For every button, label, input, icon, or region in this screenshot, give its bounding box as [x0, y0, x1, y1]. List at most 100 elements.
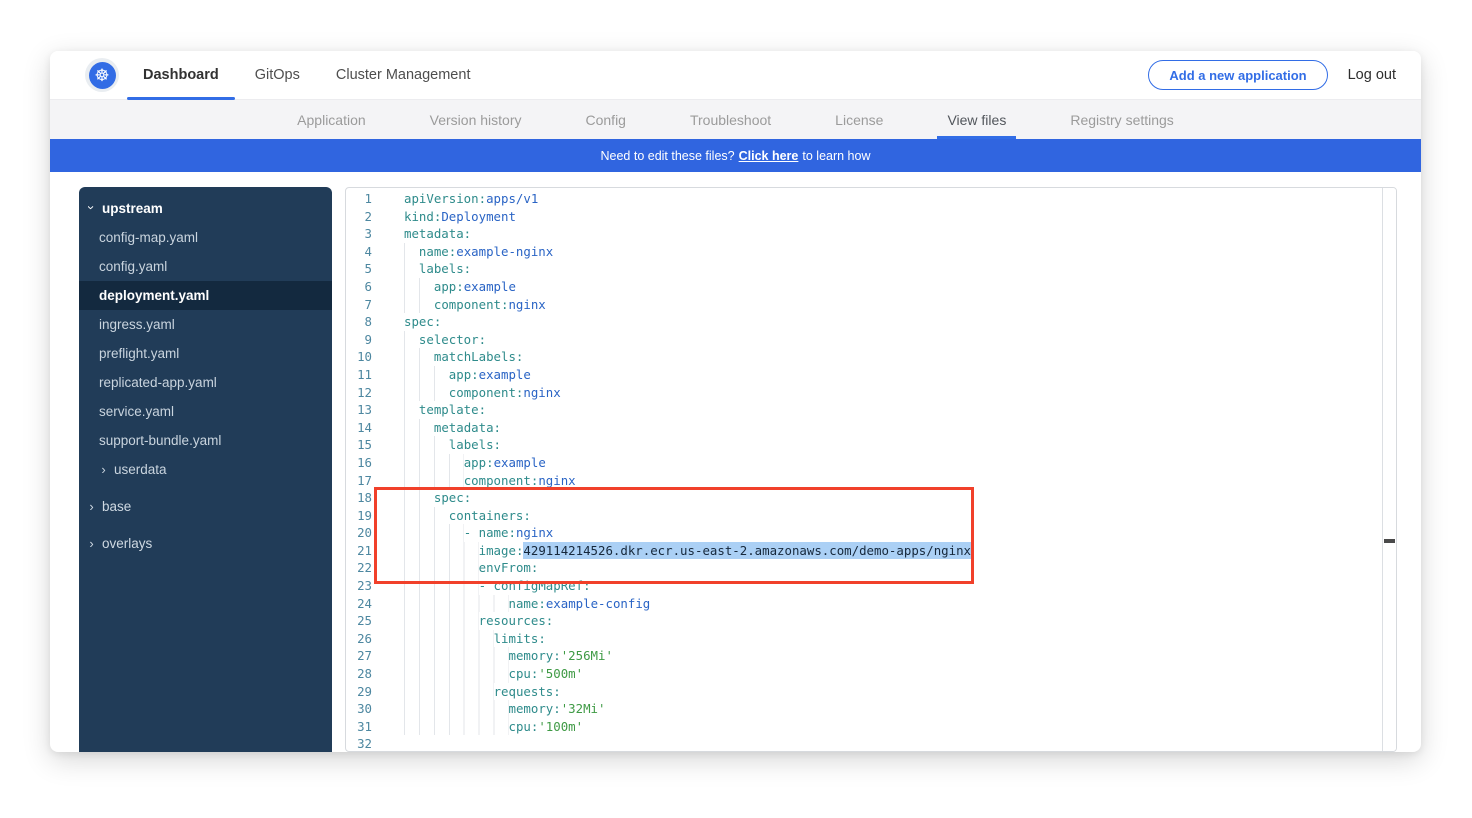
code-line-6[interactable]: 6app: example	[346, 278, 1381, 296]
code-line-14[interactable]: 14metadata:	[346, 419, 1381, 437]
main-nav-tab-gitops[interactable]: GitOps	[237, 51, 318, 100]
code-line-22[interactable]: 22envFrom:	[346, 559, 1381, 577]
tab-config[interactable]: Config	[582, 100, 630, 139]
code-line-4[interactable]: 4name: example-nginx	[346, 243, 1381, 261]
file-tree-item-service-yaml[interactable]: service.yaml	[79, 397, 332, 426]
line-text: component: nginx	[388, 472, 576, 490]
kubernetes-helm-icon: ☸	[89, 62, 116, 89]
line-text: app: example	[388, 278, 516, 296]
file-tree-folder-upstream[interactable]: ›upstream	[79, 194, 332, 223]
indent-guides	[404, 559, 479, 577]
code-line-19[interactable]: 19containers:	[346, 507, 1381, 525]
file-tree-item-config-map-yaml[interactable]: config-map.yaml	[79, 223, 332, 252]
code-line-26[interactable]: 26limits:	[346, 630, 1381, 648]
file-tree-label: userdata	[114, 462, 167, 477]
indent-guides	[404, 665, 509, 683]
indent-guides	[404, 348, 434, 366]
line-number: 9	[346, 331, 388, 349]
code-line-27[interactable]: 27memory: '256Mi'	[346, 647, 1381, 665]
code-line-9[interactable]: 9selector:	[346, 331, 1381, 349]
indent-guides	[404, 419, 434, 437]
code-line-15[interactable]: 15labels:	[346, 436, 1381, 454]
line-text: name: example-config	[388, 595, 650, 613]
indent-guides	[404, 366, 449, 384]
line-text: cpu: '500m'	[388, 665, 583, 683]
line-number: 4	[346, 243, 388, 261]
add-new-application-button[interactable]: Add a new application	[1148, 60, 1327, 90]
indent-guides	[404, 489, 434, 507]
line-text: component: nginx	[388, 384, 561, 402]
edit-files-banner: Need to edit these files? Click here to …	[50, 139, 1421, 172]
editor-scrollbar[interactable]	[1382, 188, 1396, 751]
file-tree-label: deployment.yaml	[99, 288, 209, 303]
code-line-21[interactable]: 21image: 429114214526.dkr.ecr.us-east-2.…	[346, 542, 1381, 560]
code-line-28[interactable]: 28cpu: '500m'	[346, 665, 1381, 683]
main-header: ☸ DashboardGitOpsCluster Management Add …	[50, 51, 1421, 100]
scrollbar-thumb[interactable]	[1384, 539, 1395, 543]
line-text: template:	[388, 401, 486, 419]
code-line-8[interactable]: 8spec:	[346, 313, 1381, 331]
kubernetes-logo: ☸	[85, 58, 119, 92]
code-line-25[interactable]: 25resources:	[346, 612, 1381, 630]
code-line-30[interactable]: 30memory: '32Mi'	[346, 700, 1381, 718]
indent-guides	[404, 472, 464, 490]
code-line-20[interactable]: 20- name: nginx	[346, 524, 1381, 542]
indent-guides	[404, 454, 464, 472]
code-line-31[interactable]: 31cpu: '100m'	[346, 718, 1381, 736]
file-tree-item-ingress-yaml[interactable]: ingress.yaml	[79, 310, 332, 339]
code-line-10[interactable]: 10matchLabels:	[346, 348, 1381, 366]
indent-guides	[404, 524, 464, 542]
code-area[interactable]: 1apiVersion: apps/v12kind: Deployment3me…	[346, 190, 1381, 751]
line-text: spec:	[388, 489, 471, 507]
file-tree-folder-overlays[interactable]: ›overlays	[79, 529, 332, 558]
chevron-right-icon: ›	[85, 499, 98, 514]
file-tree-item-replicated-app-yaml[interactable]: replicated-app.yaml	[79, 368, 332, 397]
code-line-24[interactable]: 24name: example-config	[346, 595, 1381, 613]
file-tree-label: ingress.yaml	[99, 317, 175, 332]
code-line-3[interactable]: 3metadata:	[346, 225, 1381, 243]
indent-guides	[404, 683, 494, 701]
main-nav-tab-cluster-management[interactable]: Cluster Management	[318, 51, 489, 100]
file-tree-folder-userdata[interactable]: ›userdata	[79, 455, 332, 484]
click-here-link[interactable]: Click here	[739, 149, 799, 163]
code-line-17[interactable]: 17component: nginx	[346, 472, 1381, 490]
tab-troubleshoot[interactable]: Troubleshoot	[686, 100, 775, 139]
line-number: 32	[346, 735, 388, 752]
file-tree-label: upstream	[102, 201, 163, 216]
code-line-32[interactable]: 32	[346, 735, 1381, 752]
code-line-23[interactable]: 23- configMapRef:	[346, 577, 1381, 595]
code-line-29[interactable]: 29requests:	[346, 683, 1381, 701]
indent-guides	[404, 436, 449, 454]
yaml-editor[interactable]: 1apiVersion: apps/v12kind: Deployment3me…	[345, 187, 1397, 752]
tab-license[interactable]: License	[831, 100, 887, 139]
code-line-18[interactable]: 18spec:	[346, 489, 1381, 507]
line-text: component: nginx	[388, 296, 546, 314]
line-number: 23	[346, 577, 388, 595]
tab-version-history[interactable]: Version history	[426, 100, 526, 139]
line-number: 28	[346, 665, 388, 683]
code-line-16[interactable]: 16app: example	[346, 454, 1381, 472]
code-line-13[interactable]: 13template:	[346, 401, 1381, 419]
code-line-7[interactable]: 7component: nginx	[346, 296, 1381, 314]
file-tree-item-deployment-yaml[interactable]: deployment.yaml	[79, 281, 332, 310]
file-tree-folder-base[interactable]: ›base	[79, 492, 332, 521]
file-tree-item-preflight-yaml[interactable]: preflight.yaml	[79, 339, 332, 368]
code-line-12[interactable]: 12component: nginx	[346, 384, 1381, 402]
indent-guides	[404, 542, 479, 560]
tab-application[interactable]: Application	[293, 100, 370, 139]
main-nav-tab-dashboard[interactable]: Dashboard	[125, 51, 237, 100]
line-number: 24	[346, 595, 388, 613]
text-cursor	[971, 542, 973, 556]
code-line-2[interactable]: 2kind: Deployment	[346, 208, 1381, 226]
code-line-5[interactable]: 5labels:	[346, 260, 1381, 278]
file-tree-label: replicated-app.yaml	[99, 375, 217, 390]
file-tree-item-config-yaml[interactable]: config.yaml	[79, 252, 332, 281]
line-number: 11	[346, 366, 388, 384]
file-tree-item-support-bundle-yaml[interactable]: support-bundle.yaml	[79, 426, 332, 455]
logout-link[interactable]: Log out	[1348, 67, 1396, 83]
code-line-1[interactable]: 1apiVersion: apps/v1	[346, 190, 1381, 208]
tab-registry-settings[interactable]: Registry settings	[1066, 100, 1177, 139]
file-tree-label: config.yaml	[99, 259, 167, 274]
tab-view-files[interactable]: View files	[943, 100, 1010, 139]
code-line-11[interactable]: 11app: example	[346, 366, 1381, 384]
